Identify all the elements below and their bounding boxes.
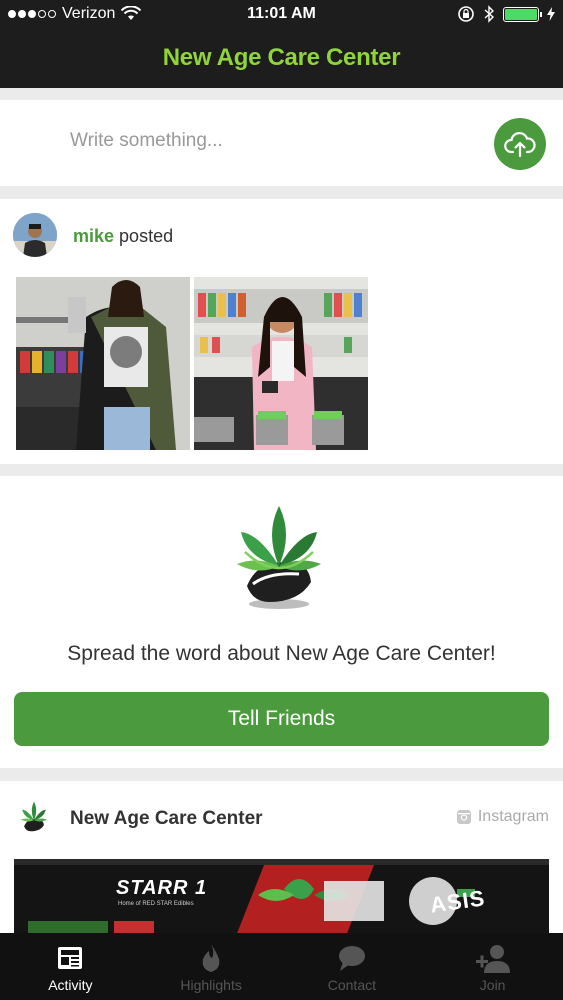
instagram-icon (456, 810, 471, 824)
avatar[interactable] (13, 213, 57, 257)
battery-icon (503, 6, 542, 22)
cloud-upload-icon (504, 132, 536, 158)
write-something-input[interactable]: Write something... (70, 130, 223, 152)
status-right (457, 5, 555, 23)
tab-label: Activity (48, 977, 93, 993)
post-photo[interactable] (194, 277, 368, 450)
share-prompt-text: Spread the word about New Age Care Cente… (67, 642, 496, 665)
tab-label: Contact (327, 977, 376, 993)
post-header: mike posted (73, 226, 173, 247)
tab-label: Join (479, 977, 506, 993)
post-action: posted (119, 226, 174, 246)
post-author[interactable]: mike (73, 226, 114, 246)
add-user-icon (475, 945, 510, 973)
instagram-image[interactable]: STARR 1 Home of RED STAR Edibles ASIS (14, 859, 549, 941)
battery-level-fill (505, 8, 537, 20)
activity-post[interactable]: mike posted (0, 199, 563, 464)
instagram-source-label: Instagram (477, 808, 549, 825)
app-screen: Verizon 11:01 AM New Age Care Center Wri… (0, 0, 563, 1000)
charging-bolt-icon (547, 7, 555, 21)
share-card: Spread the word about New Age Care Cente… (0, 476, 563, 768)
tab-activity[interactable]: Activity (0, 933, 141, 1000)
banner-starr-subtitle: Home of RED STAR Edibles (118, 901, 194, 907)
newspaper-icon (58, 947, 83, 969)
instagram-account-name[interactable]: New Age Care Center (70, 808, 263, 830)
instagram-source: Instagram (456, 808, 549, 826)
rotation-lock-icon (458, 6, 474, 22)
tab-contact[interactable]: Contact (282, 933, 423, 1000)
tab-label: Highlights (180, 977, 242, 993)
post-photo[interactable] (16, 277, 190, 450)
status-bar: Verizon 11:01 AM (0, 0, 563, 30)
app-title: New Age Care Center (162, 44, 401, 71)
bottom-tab-bar: Activity Highlights Contact Join (0, 933, 563, 1000)
tab-join[interactable]: Join (422, 933, 563, 1000)
upload-button[interactable] (494, 118, 546, 170)
bluetooth-icon (484, 5, 495, 23)
tab-highlights[interactable]: Highlights (141, 933, 282, 1000)
brand-leaf-logo (21, 801, 47, 832)
chat-bubble-icon (338, 946, 365, 971)
brand-leaf-logo (237, 506, 321, 609)
post-composer[interactable]: Write something... (0, 100, 563, 186)
flame-icon (202, 944, 220, 972)
instagram-post[interactable]: New Age Care Center Instagram STARR 1 Ho… (0, 781, 563, 941)
banner-starr-title: STARR 1 (116, 877, 208, 899)
title-bar: New Age Care Center (0, 30, 563, 88)
tell-friends-button[interactable]: Tell Friends (14, 692, 549, 746)
